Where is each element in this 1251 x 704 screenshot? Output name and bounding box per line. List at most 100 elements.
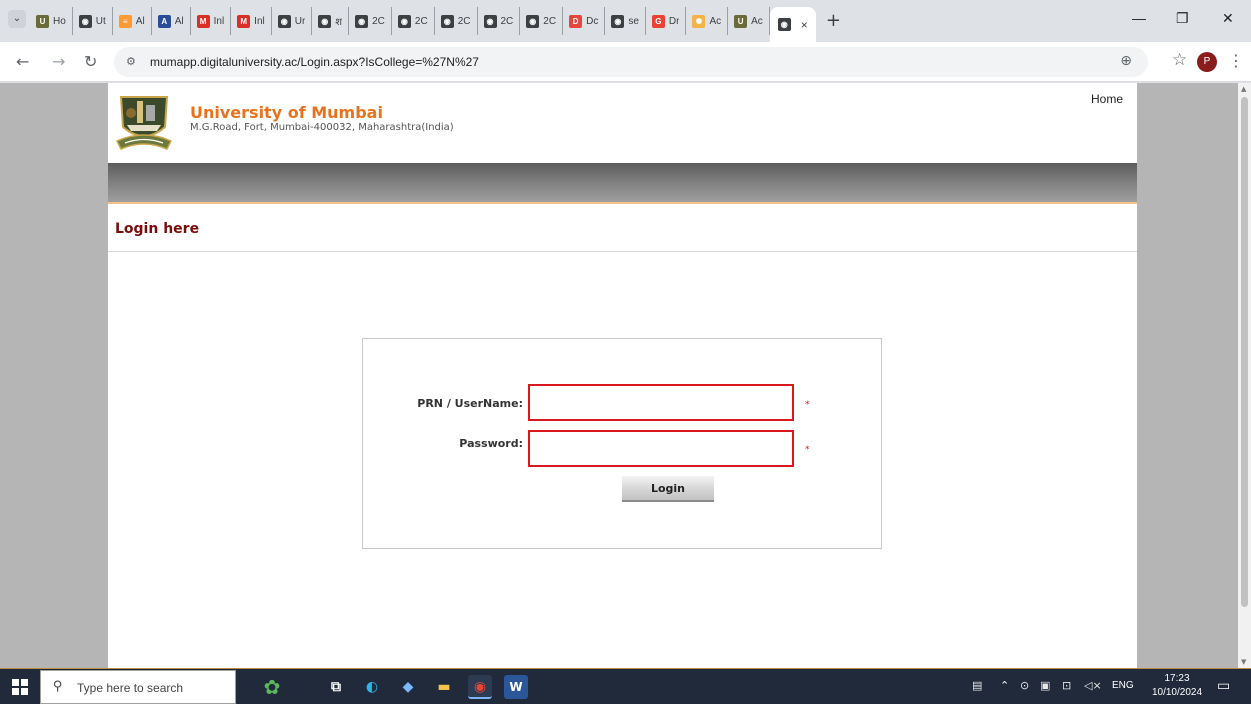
tab-close-icon[interactable]: ×: [801, 18, 808, 32]
browser-tab[interactable]: A Al: [152, 7, 191, 35]
edge-browser-icon[interactable]: ◐: [360, 675, 384, 699]
input-language[interactable]: ENG: [1112, 680, 1134, 691]
browser-tab[interactable]: U Ac: [728, 7, 770, 35]
forward-icon[interactable]: →: [52, 52, 65, 71]
browser-tab[interactable]: G Dr: [646, 7, 687, 35]
browser-tab[interactable]: ✺ Ac: [686, 7, 729, 35]
news-icon[interactable]: ▤: [972, 679, 982, 692]
browser-tab[interactable]: M Inl: [231, 7, 272, 35]
vertical-scrollbar[interactable]: ▲ ▼: [1238, 83, 1251, 668]
restore-icon[interactable]: ❐: [1176, 10, 1189, 27]
browser-tab[interactable]: ◉ se: [605, 7, 646, 35]
tab-title: 2C: [414, 15, 428, 27]
windows-taskbar: ⚲ Type here to search ✿ ⧉ ◐ ◆ ▬ ◉ W ▤ ⌃ …: [0, 668, 1251, 704]
page-container: University of Mumbai M.G.Road, Fort, Mum…: [108, 83, 1137, 668]
tab-favicon-icon: D: [569, 14, 583, 28]
browser-tab[interactable]: ◉ 2C: [435, 7, 478, 35]
tab-favicon-icon: U: [734, 14, 748, 28]
app-icon[interactable]: ◆: [396, 675, 420, 699]
widgets-icon[interactable]: ✿: [252, 675, 292, 699]
taskbar-search-placeholder: Type here to search: [77, 681, 184, 695]
browser-tab[interactable]: ◉ Ur: [272, 7, 313, 35]
search-icon: ⚲: [53, 679, 63, 694]
tab-title: श: [335, 17, 343, 28]
word-app-icon[interactable]: W: [504, 675, 528, 699]
browser-tab[interactable]: ◉ Ut: [73, 7, 113, 35]
tab-favicon-icon: ≡: [118, 14, 132, 28]
network-icon[interactable]: ⊡: [1062, 679, 1071, 692]
tab-search-icon[interactable]: ⌄: [8, 10, 26, 28]
university-logo: [115, 96, 173, 150]
clock-date: 10/10/2024: [1151, 687, 1203, 698]
meet-icon[interactable]: ⊙: [1020, 679, 1029, 692]
profile-avatar[interactable]: P: [1197, 52, 1217, 72]
scroll-up-icon[interactable]: ▲: [1241, 85, 1246, 93]
notification-center-icon[interactable]: ▭: [1217, 678, 1230, 694]
university-address: M.G.Road, Fort, Mumbai-400032, Maharasht…: [190, 122, 454, 133]
browser-tab[interactable]: ◉ 2C: [478, 7, 521, 35]
volume-muted-icon[interactable]: ◁×: [1084, 679, 1102, 692]
zoom-icon[interactable]: ⊕: [1120, 53, 1132, 69]
tab-favicon-icon: ◉: [318, 14, 332, 28]
university-name: University of Mumbai: [190, 103, 383, 122]
tab-favicon-icon: G: [651, 14, 665, 28]
username-field[interactable]: [528, 384, 794, 421]
browser-tab[interactable]: ≡ Al: [113, 7, 152, 35]
address-bar[interactable]: ⚙ mumapp.digitaluniversity.ac/Login.aspx…: [114, 47, 1148, 77]
browser-tab[interactable]: ◉ 2C: [520, 7, 564, 35]
tab-title: se: [628, 15, 639, 27]
chrome-browser-icon[interactable]: ◉: [468, 675, 492, 699]
taskbar-search-box[interactable]: ⚲ Type here to search: [40, 670, 236, 704]
windows-start-icon[interactable]: [12, 679, 28, 695]
tab-title: Inl: [213, 15, 225, 27]
password-field[interactable]: [528, 430, 794, 467]
browser-tab[interactable]: M Inl: [191, 7, 232, 35]
tab-favicon-icon: ◉: [355, 14, 369, 28]
browser-tab[interactable]: ◉ श: [312, 7, 350, 35]
onedrive-icon[interactable]: ▣: [1040, 679, 1050, 692]
browser-tab[interactable]: ◉ ×: [769, 7, 816, 42]
home-link[interactable]: Home: [1091, 92, 1123, 106]
tab-favicon-icon: ◉: [78, 14, 92, 28]
url-text[interactable]: mumapp.digitaluniversity.ac/Login.aspx?I…: [150, 55, 479, 69]
tab-favicon-icon: ✺: [692, 14, 706, 28]
tab-title: 2C: [457, 15, 471, 27]
browser-tab[interactable]: D Dc: [563, 7, 606, 35]
scrollbar-thumb[interactable]: [1241, 97, 1248, 607]
tray-overflow-chevron-icon[interactable]: ⌃: [1000, 679, 1009, 692]
browser-tab[interactable]: U Ho: [30, 7, 73, 35]
tab-favicon-icon: ◉: [777, 18, 791, 31]
browser-tab[interactable]: ◉ 2C: [349, 7, 392, 35]
page-viewport: University of Mumbai M.G.Road, Fort, Mum…: [0, 83, 1251, 668]
tab-favicon-icon: ◉: [483, 14, 497, 28]
tab-title: Al: [135, 15, 145, 27]
reload-icon[interactable]: ↻: [84, 52, 97, 71]
site-info-icon[interactable]: ⚙: [126, 55, 136, 68]
task-view-icon[interactable]: ⧉: [324, 675, 348, 699]
bookmark-star-icon[interactable]: ☆: [1172, 50, 1187, 70]
tab-favicon-icon: U: [36, 14, 49, 28]
browser-tab[interactable]: ◉ 2C: [392, 7, 435, 35]
username-label: PRN / UserName:: [417, 397, 523, 410]
browser-menu-icon[interactable]: ⋮: [1228, 51, 1244, 70]
login-heading-bar: Login here: [108, 206, 1137, 252]
tab-title: Al: [174, 15, 184, 27]
site-header: University of Mumbai M.G.Road, Fort, Mum…: [108, 83, 1137, 163]
tab-favicon-icon: ◉: [277, 14, 291, 28]
tab-title: 2C: [543, 15, 557, 27]
tab-title: Ho: [53, 15, 66, 27]
tab-title: Ur: [294, 15, 306, 27]
password-label: Password:: [459, 437, 523, 450]
tab-title: Ac: [709, 15, 722, 27]
tab-title: Inl: [254, 15, 265, 27]
back-icon[interactable]: ←: [16, 52, 29, 71]
tab-favicon-icon: M: [196, 14, 210, 28]
file-explorer-icon[interactable]: ▬: [432, 675, 456, 699]
close-window-icon[interactable]: ✕: [1222, 10, 1234, 27]
minimize-icon[interactable]: —: [1132, 10, 1146, 26]
login-button[interactable]: Login: [622, 476, 714, 502]
scroll-down-icon[interactable]: ▼: [1241, 658, 1246, 666]
new-tab-button[interactable]: +: [826, 7, 841, 35]
clock-time: 17:23: [1164, 673, 1190, 684]
taskbar-clock[interactable]: 17:23 10/10/2024: [1150, 672, 1204, 700]
